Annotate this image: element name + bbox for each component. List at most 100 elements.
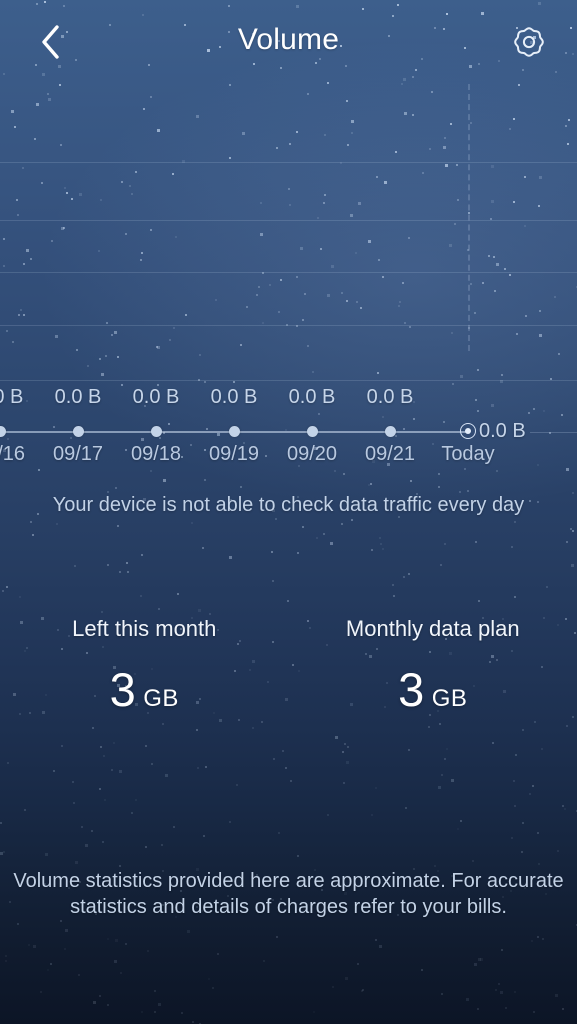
star-speck (343, 781, 346, 784)
star-speck (297, 552, 300, 555)
star-speck (45, 853, 49, 856)
star-speck (228, 555, 232, 559)
chart-point-today[interactable] (460, 423, 476, 439)
star-speck (433, 864, 436, 867)
star-speck (40, 990, 43, 993)
star-speck (330, 541, 334, 545)
star-speck (16, 923, 19, 925)
star-speck (135, 798, 137, 801)
star-speck (145, 845, 147, 848)
star-speck (73, 565, 76, 568)
chart-point[interactable] (72, 425, 84, 437)
star-speck (192, 1020, 195, 1023)
star-speck (480, 957, 484, 961)
star-speck (531, 784, 534, 787)
star-speck (514, 990, 517, 993)
star-speck (566, 541, 569, 543)
star-speck (378, 944, 382, 948)
star-speck (7, 762, 10, 765)
chart-point[interactable] (306, 425, 318, 437)
star-speck (202, 834, 205, 837)
star-speck (107, 563, 110, 566)
star-speck (141, 1010, 144, 1013)
star-speck (563, 807, 566, 810)
chart-point[interactable] (384, 425, 396, 437)
star-speck (238, 719, 241, 722)
chart-value-label: 0.0 B (479, 420, 526, 442)
star-speck (531, 939, 534, 942)
star-speck (99, 745, 102, 748)
star-speck (495, 988, 498, 991)
star-speck (103, 754, 106, 757)
star-speck (371, 548, 373, 551)
star-speck (475, 541, 477, 544)
star-speck (146, 950, 149, 953)
star-speck (107, 490, 110, 493)
star-speck (556, 849, 559, 852)
star-speck (439, 564, 442, 567)
star-speck (120, 972, 123, 975)
page-title: Volume (237, 23, 340, 56)
star-speck (471, 859, 474, 862)
star-speck (477, 957, 481, 961)
star-speck (4, 960, 7, 963)
star-speck (410, 479, 413, 482)
star-speck (208, 978, 210, 980)
star-speck (513, 521, 516, 524)
star-speck (473, 963, 477, 966)
stat-number: 3 (109, 663, 137, 716)
star-speck (521, 821, 524, 824)
star-speck (407, 749, 410, 752)
star-speck (186, 930, 190, 934)
star-speck (127, 570, 130, 573)
star-speck (102, 841, 105, 844)
chart-point[interactable] (228, 425, 240, 437)
star-speck (375, 938, 377, 941)
star-speck (460, 820, 462, 823)
star-speck (161, 723, 164, 726)
star-speck (392, 583, 395, 586)
star-speck (276, 936, 278, 939)
star-speck (74, 860, 78, 864)
star-speck (196, 729, 199, 732)
stat-value: 3 GB (289, 662, 577, 717)
star-speck (345, 761, 349, 764)
star-speck (3, 850, 6, 853)
star-speck (240, 485, 243, 488)
star-speck (153, 1011, 156, 1014)
star-speck (197, 766, 200, 769)
star-speck (235, 783, 238, 786)
star-speck (32, 534, 35, 536)
star-speck (570, 563, 574, 567)
chart-date-label: Today (441, 443, 495, 465)
chart-point[interactable] (0, 425, 6, 437)
star-speck (546, 586, 548, 589)
star-speck (99, 994, 102, 997)
star-speck (402, 575, 405, 578)
star-speck (534, 721, 537, 724)
star-speck (85, 844, 89, 848)
data-usage-chart[interactable]: 0.0 B09/160.0 B09/170.0 B09/180.0 B09/19… (0, 84, 577, 474)
star-speck (272, 580, 274, 583)
star-speck (542, 937, 544, 940)
star-speck (29, 521, 32, 524)
star-speck (498, 983, 501, 986)
star-speck (111, 769, 113, 772)
star-speck (19, 595, 21, 598)
star-speck (538, 862, 541, 865)
star-speck (284, 766, 287, 769)
star-speck (350, 518, 353, 521)
star-speck (113, 960, 117, 964)
star-speck (361, 989, 364, 992)
star-speck (263, 959, 266, 962)
star-speck (56, 522, 59, 525)
star-speck (327, 813, 330, 816)
star-speck (467, 490, 470, 493)
settings-button[interactable] (501, 14, 557, 70)
star-speck (334, 736, 338, 740)
volume-screen: Volume 0.0 B09/160.0 B09/170.0 B09/180.0… (0, 0, 577, 1024)
star-speck (93, 1001, 96, 1005)
star-speck (176, 593, 179, 596)
chart-point[interactable] (150, 425, 162, 437)
star-speck (356, 963, 359, 965)
